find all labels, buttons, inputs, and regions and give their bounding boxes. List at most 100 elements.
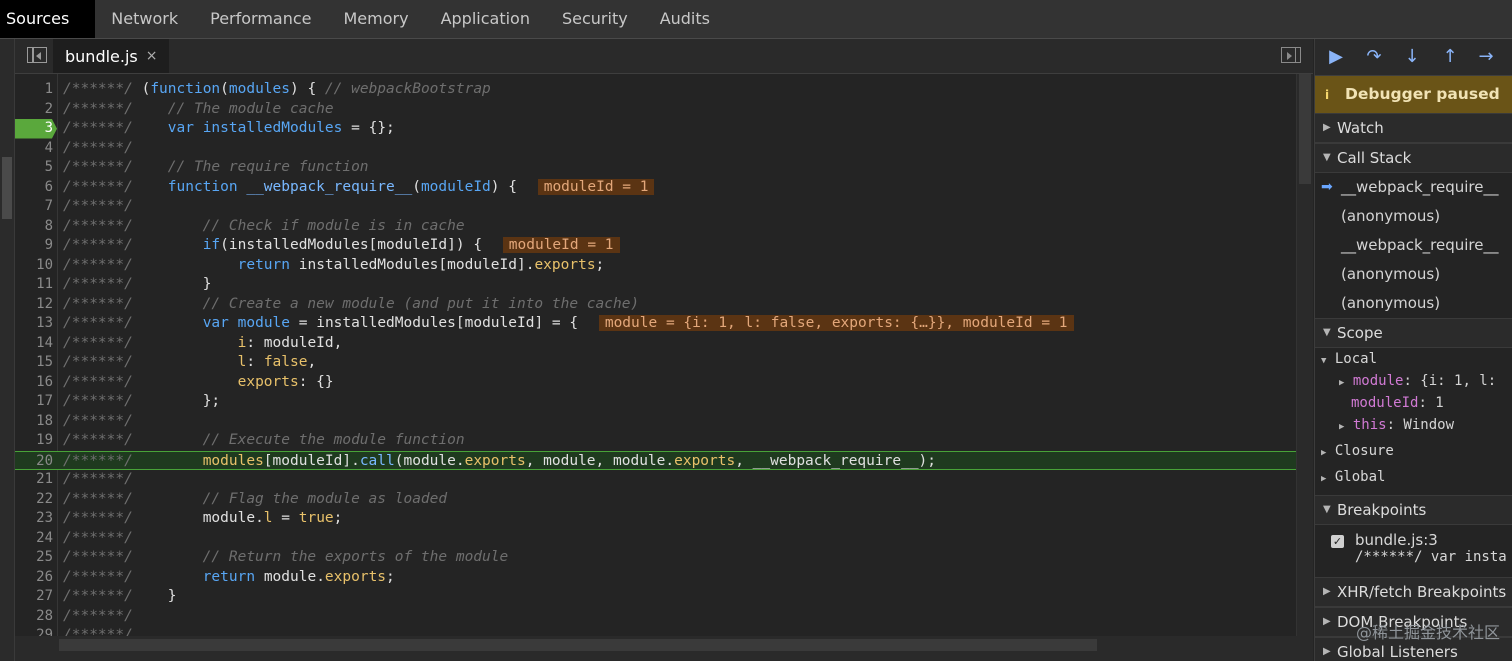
scope-var-this[interactable]: ▶ this: Window [1321, 417, 1512, 439]
left-scroll-thumb[interactable] [2, 157, 12, 219]
collapse-arrow-icon: ▼ [1321, 356, 1327, 366]
global-label: Global [1334, 469, 1386, 485]
code-line: 19 /******/ // Execute the module functio… [15, 431, 1313, 451]
code-text: /******/ [63, 627, 133, 636]
line-number[interactable]: 6 [15, 178, 53, 198]
code-editor[interactable]: 1 /******/ (function(modules) { // webpac… [15, 74, 1313, 636]
frame-label: (anonymous) [1341, 294, 1441, 312]
call-stack-frame[interactable]: ➡ __webpack_require__ [1315, 173, 1512, 202]
line-number[interactable]: 17 [15, 392, 53, 412]
line-number[interactable]: 7 [15, 197, 53, 217]
line-number[interactable]: 21 [15, 470, 53, 490]
code-line: 15 /******/ l: false, [15, 353, 1313, 373]
line-number[interactable]: 16 [15, 373, 53, 393]
closure-label: Closure [1334, 443, 1394, 459]
breakpoint-line-number[interactable]: 3 [15, 119, 57, 139]
panel-tab-bar: Sources Network Performance Memory Appli… [0, 0, 1512, 39]
scope-var-module[interactable]: ▶ module: {i: 1, l: [1321, 373, 1512, 395]
code-text: /******/ [63, 412, 133, 429]
line-number[interactable]: 11 [15, 275, 53, 295]
step-over-icon[interactable]: ↷ [1363, 46, 1385, 68]
editor-vertical-scrollbar[interactable] [1296, 74, 1313, 636]
line-number[interactable]: 5 [15, 158, 53, 178]
line-number[interactable]: 12 [15, 295, 53, 315]
line-number[interactable]: 13 [15, 314, 53, 334]
close-tab-icon[interactable]: × [146, 48, 158, 64]
section-call-stack[interactable]: ▼ Call Stack [1315, 143, 1512, 173]
code-text: /******/ return module.exports; [63, 568, 395, 585]
scope-closure[interactable]: ▶ Closure [1321, 443, 1512, 465]
line-number[interactable]: 20 [15, 452, 53, 472]
call-stack-frame[interactable]: (anonymous) [1315, 202, 1512, 231]
step-out-icon[interactable]: ↑ [1439, 46, 1461, 68]
tab-sources[interactable]: Sources [0, 0, 96, 38]
tab-audits[interactable]: Audits [644, 0, 726, 38]
code-line: 28 /******/ [15, 607, 1313, 627]
section-scope[interactable]: ▼ Scope [1315, 318, 1512, 348]
line-number[interactable]: 4 [15, 139, 53, 159]
resume-icon[interactable]: ▶ [1325, 46, 1347, 68]
scope-local[interactable]: ▼ Local [1321, 351, 1512, 373]
code-line: 6 /******/ function __webpack_require__(m… [15, 178, 1313, 198]
step-icon[interactable]: → [1475, 46, 1497, 68]
line-number[interactable]: 19 [15, 431, 53, 451]
code-line: 2 /******/ // The module cache [15, 100, 1313, 120]
editor-hscroll-thumb[interactable] [59, 639, 1097, 651]
section-watch[interactable]: ▶ Watch [1315, 113, 1512, 143]
line-number[interactable]: 26 [15, 568, 53, 588]
toggle-navigator-icon[interactable] [27, 47, 47, 63]
code-line: 9 /******/ if(installedModules[moduleId])… [15, 236, 1313, 256]
code-text: /******/ // Flag the module as loaded [63, 490, 448, 507]
code-text: /******/ // Create a new module (and put… [63, 295, 640, 312]
tab-performance[interactable]: Performance [194, 0, 327, 38]
section-breakpoints[interactable]: ▼ Breakpoints [1315, 495, 1512, 525]
line-number[interactable]: 15 [15, 353, 53, 373]
line-number[interactable]: 14 [15, 334, 53, 354]
line-number[interactable]: 23 [15, 509, 53, 529]
tab-memory[interactable]: Memory [328, 0, 425, 38]
code-text: /******/ (function(modules) { // webpack… [63, 81, 491, 97]
expand-arrow-icon: ▶ [1339, 422, 1345, 432]
breakpoint-item[interactable]: ✓ bundle.js:3 /******/ var insta [1315, 525, 1512, 577]
line-number[interactable]: 24 [15, 529, 53, 549]
code-text: /******/ }; [63, 393, 221, 409]
tab-application[interactable]: Application [425, 0, 546, 38]
editor-vscroll-thumb[interactable] [1299, 74, 1311, 184]
line-number[interactable]: 29 [15, 626, 53, 636]
code-line: 10 /******/ return installedModules[modul… [15, 256, 1313, 276]
navigator-collapsed-strip [0, 39, 15, 661]
call-stack-frame[interactable]: __webpack_require__ [1315, 231, 1512, 260]
code-text: /******/ // The module cache [63, 100, 334, 117]
editor-horizontal-scrollbar[interactable] [15, 636, 1313, 661]
line-number[interactable]: 8 [15, 217, 53, 237]
toggle-debugger-icon[interactable] [1281, 47, 1301, 63]
scope-var-moduleid[interactable]: moduleId: 1 [1321, 395, 1512, 417]
scope-global[interactable]: ▶ Global [1321, 469, 1512, 491]
line-number[interactable]: 25 [15, 548, 53, 568]
line-number[interactable]: 18 [15, 412, 53, 432]
call-stack-frame[interactable]: (anonymous) [1315, 260, 1512, 289]
section-xhr-breakpoints[interactable]: ▶ XHR/fetch Breakpoints [1315, 577, 1512, 607]
line-number[interactable]: 27 [15, 587, 53, 607]
code-line: 14 /******/ i: moduleId, [15, 334, 1313, 354]
code-line: 4 /******/ [15, 139, 1313, 159]
line-number[interactable]: 10 [15, 256, 53, 276]
code-text: /******/ [63, 471, 133, 487]
file-tab-bundle[interactable]: bundle.js × [53, 39, 170, 73]
line-number[interactable]: 28 [15, 607, 53, 627]
line-number[interactable]: 9 [15, 236, 53, 256]
tab-security[interactable]: Security [546, 0, 644, 38]
line-number[interactable]: 2 [15, 100, 53, 120]
call-stack-frame[interactable]: (anonymous) [1315, 289, 1512, 318]
step-into-icon[interactable]: ↓ [1401, 46, 1423, 68]
debugger-toolbar: ▶ ↷ ↓ ↑ → [1315, 39, 1512, 76]
code-text: /******/ i: moduleId, [63, 334, 343, 351]
breakpoint-code: /******/ var insta [1355, 549, 1507, 565]
code-text: /******/ [63, 607, 133, 624]
code-text: /******/ } [63, 276, 212, 292]
code-line: 8 /******/ // Check if module is in cache [15, 217, 1313, 237]
tab-network[interactable]: Network [95, 0, 194, 38]
line-number[interactable]: 22 [15, 490, 53, 510]
line-number[interactable]: 1 [15, 80, 53, 100]
breakpoint-checkbox[interactable]: ✓ [1331, 535, 1344, 548]
